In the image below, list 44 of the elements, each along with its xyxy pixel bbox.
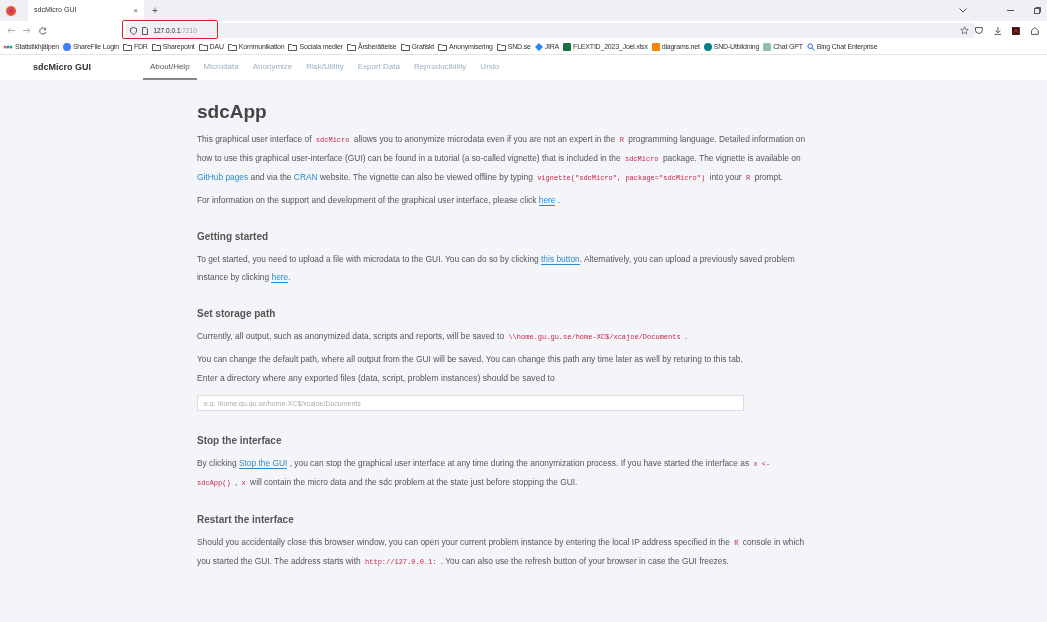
folder-icon [198, 43, 208, 51]
folder-icon [227, 43, 237, 51]
search-icon [806, 43, 815, 51]
folder-icon [346, 43, 356, 51]
page-icon [142, 26, 149, 35]
pocket-icon[interactable] [974, 27, 983, 34]
section-heading: Set storage path [197, 307, 277, 321]
folder-icon [151, 43, 161, 51]
section-heading: Getting started [197, 230, 270, 244]
link[interactable]: here [538, 195, 556, 206]
circle-icon [703, 43, 712, 51]
chat-icon [763, 43, 772, 51]
folder-icon [400, 43, 410, 51]
app-brand: sdcMicro GUI [33, 60, 92, 74]
link[interactable]: CRAN [293, 172, 318, 182]
restore-icon[interactable] [1034, 7, 1041, 14]
paragraph: To get started, you need to upload a file with microdata to the GUI. You can do so by clicking this button. Alternatively, you can upload a previously saved problem instance by clicking here. [197, 253, 796, 285]
link[interactable]: GitHub pages [197, 172, 249, 182]
field-label: Enter a directory where any exported files (data, script, problem instances) should be saved to [197, 372, 556, 385]
new-tab-button[interactable]: + [152, 3, 158, 18]
pdf-extension-icon[interactable] [1012, 26, 1021, 35]
star-icon[interactable] [959, 26, 969, 35]
dots-icon [3, 44, 13, 50]
spreadsheet-icon [563, 43, 572, 51]
folder-icon [288, 43, 298, 51]
diamond-icon [534, 43, 543, 51]
folder-icon [122, 43, 132, 51]
nav-tab[interactable]: About/Help [143, 55, 197, 80]
page-title: sdcApp [197, 100, 268, 124]
section-heading: Restart the interface [197, 512, 295, 527]
reload-icon[interactable] [38, 26, 47, 35]
link[interactable]: this button [541, 254, 580, 265]
folder-icon [438, 43, 448, 51]
paragraph: For information on the support and development of the graphical user interface, please click here . [197, 194, 562, 208]
diagram-icon [651, 43, 660, 51]
download-icon[interactable] [993, 26, 1002, 35]
shield-icon [130, 26, 138, 35]
chevron-down-icon[interactable] [959, 8, 967, 13]
section-heading: Stop the interface [197, 433, 283, 448]
paragraph: You can change the default path, where all output from the GUI will be saved. You can change this path any time later as well by returing to this tab. [197, 353, 744, 366]
folder-icon [496, 43, 506, 51]
browser-logo-icon [6, 5, 16, 16]
link[interactable]: Stop the GUI [238, 457, 288, 469]
close-tab-button[interactable]: × [133, 4, 138, 17]
